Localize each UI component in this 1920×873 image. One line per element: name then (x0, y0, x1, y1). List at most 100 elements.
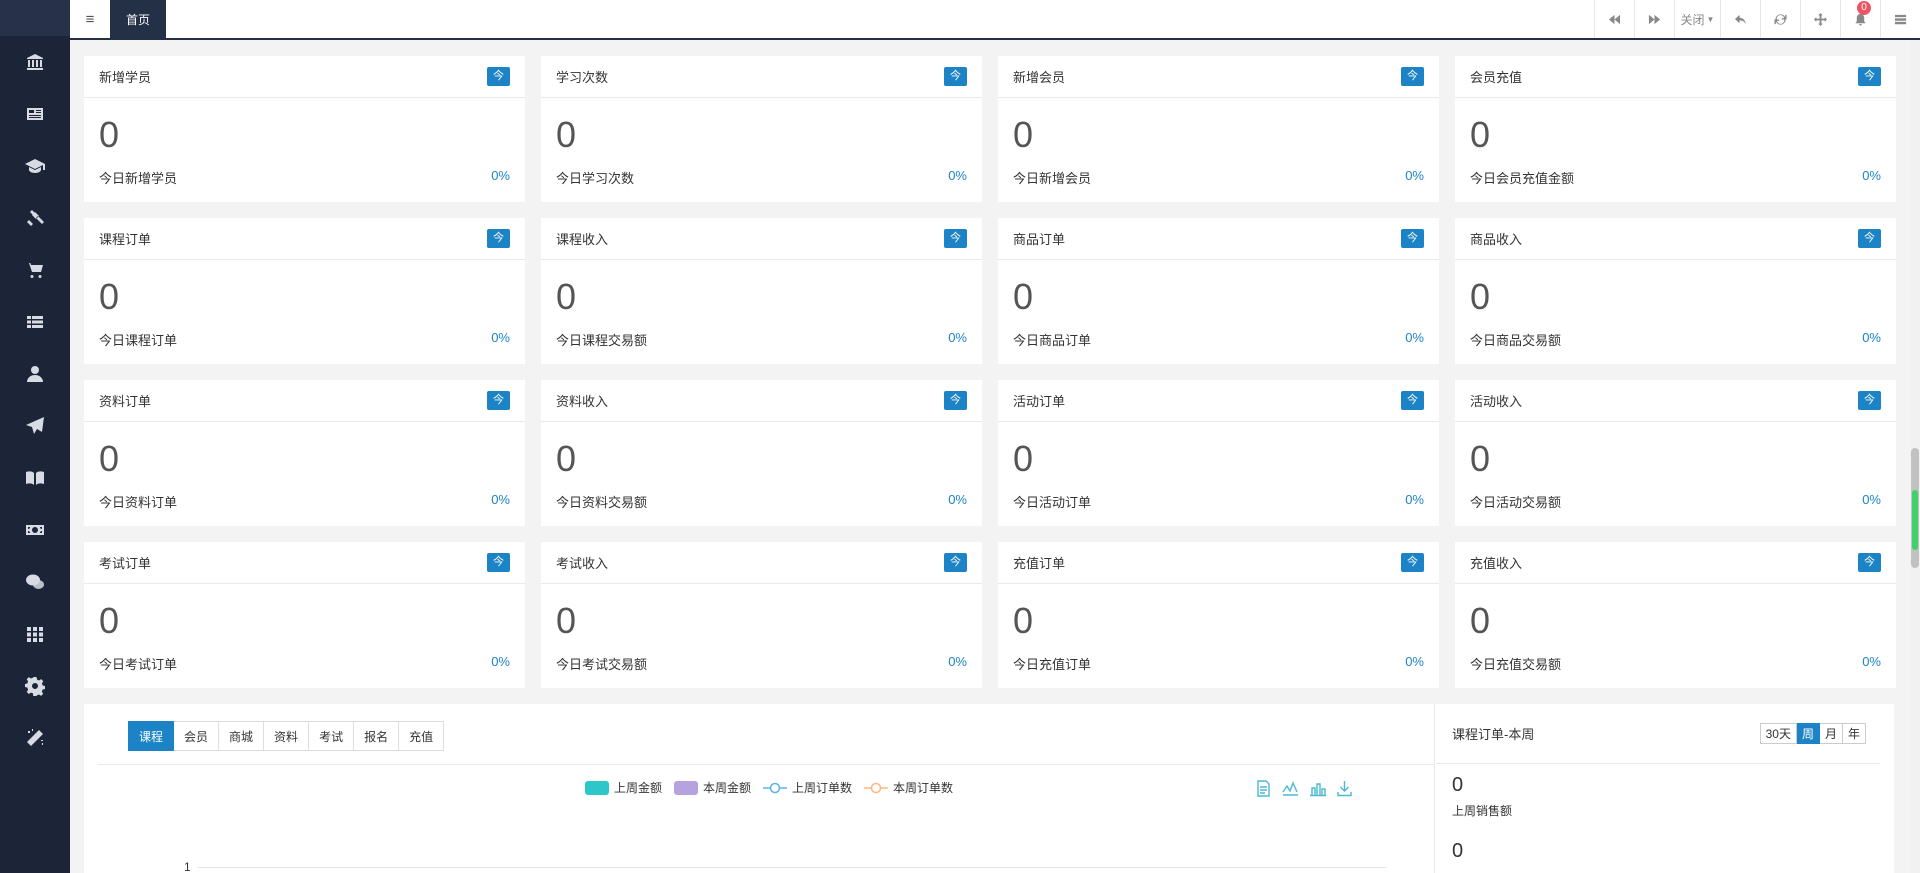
card-header: 充值收入 今 (1455, 542, 1896, 584)
period-button[interactable]: 周 (1796, 723, 1820, 744)
card-footer: 今日资料交易额 0% (556, 492, 967, 511)
chart-tab-button[interactable]: 资料 (264, 721, 310, 751)
main-content: 新增学员今 0 今日新增学员 0% 学习次数今 0 今日学习次数 0% 新增会员今 0 今日新增会员… (70, 40, 1920, 873)
card-header: 会员充值 今 (1455, 56, 1896, 98)
card-percent: 0% (1405, 492, 1424, 507)
legend-item[interactable]: 本周订单数 (864, 779, 953, 796)
scroll-left-button[interactable] (1594, 0, 1634, 38)
sidebar-item-list[interactable] (0, 296, 70, 348)
chart-panel: 课程 会员 商城 资料 考试 报名 充值 上周金额 本周金额 上周订单数 本周订单数 1 课程订单… (84, 704, 1894, 873)
legend-item[interactable]: 上周订单数 (763, 779, 852, 796)
side-panel-header: 课程订单-本周 30天周月年 (1436, 704, 1880, 764)
bank-icon (27, 54, 43, 70)
sidebar-item-grid[interactable] (0, 608, 70, 660)
sidebar-item-book[interactable] (0, 452, 70, 504)
sidebar-item-wechat[interactable] (0, 556, 70, 608)
card-percent: 0% (1862, 654, 1881, 669)
stat-card: 课程收入 今 0 今日课程交易额 0% (541, 218, 982, 364)
today-badge: 今 (944, 391, 967, 410)
chart-tab-button[interactable]: 课程 (128, 721, 175, 751)
card-header: 新增会员 今 (998, 56, 1439, 98)
card-value: 0 (99, 114, 120, 155)
hamburger-icon: ≡ (85, 10, 95, 28)
chart-tab-button[interactable]: 报名 (354, 721, 400, 751)
legend-item[interactable]: 上周金额 (585, 779, 662, 796)
card-header: 商品收入 今 (1455, 218, 1896, 260)
legend-label: 上周订单数 (792, 781, 853, 795)
back-button[interactable] (1720, 0, 1760, 38)
legend-label: 本周金额 (703, 781, 752, 795)
card-body: 0 今日考试交易额 0% (541, 584, 982, 688)
today-badge: 今 (1858, 553, 1881, 572)
card-body: 0 今日活动订单 0% (998, 422, 1439, 526)
line-chart-icon[interactable] (1282, 780, 1299, 797)
bar-chart-icon[interactable] (1309, 780, 1326, 797)
grid-icon (27, 627, 43, 642)
page-scrollbar[interactable] (1910, 40, 1920, 873)
card-value: 0 (556, 276, 577, 317)
tasks-icon (1894, 14, 1907, 24)
card-title: 商品收入 (1470, 232, 1523, 247)
sidebar-item-shop[interactable] (0, 244, 70, 296)
sidebar-item-send[interactable] (0, 400, 70, 452)
sidebar-item-user[interactable] (0, 348, 70, 400)
card-footer: 今日商品交易额 0% (1470, 330, 1881, 349)
chart-tab-button[interactable]: 充值 (399, 721, 445, 751)
chart-tab-button[interactable]: 商城 (219, 721, 265, 751)
legend-label: 上周金额 (614, 781, 663, 795)
period-button-group: 30天周月年 (1759, 723, 1866, 744)
chart-divider (98, 764, 1434, 765)
scroll-right-button[interactable] (1634, 0, 1674, 38)
card-footer: 今日充值订单 0% (1013, 654, 1424, 673)
refresh-button[interactable] (1760, 0, 1800, 38)
graduation-cap-icon (25, 159, 45, 173)
chart-tab-button[interactable]: 会员 (174, 721, 220, 751)
period-button[interactable]: 30天 (1759, 723, 1797, 744)
card-value: 0 (99, 438, 120, 479)
sidebar-item-education[interactable] (0, 140, 70, 192)
legend-swatch (585, 780, 609, 795)
card-header: 活动收入 今 (1455, 380, 1896, 422)
stat-card: 会员充值 今 0 今日会员充值金额 0% (1455, 56, 1896, 202)
card-percent: 0% (491, 168, 510, 183)
today-badge: 今 (1858, 229, 1881, 248)
card-percent: 0% (1405, 330, 1424, 345)
today-badge: 今 (487, 229, 510, 248)
sidebar-item-settings[interactable] (0, 660, 70, 712)
card-header: 课程收入 今 (541, 218, 982, 260)
data-view-icon[interactable] (1255, 780, 1272, 797)
sidebar-item-news[interactable] (0, 88, 70, 140)
top-navbar: ≡ 首页 关闭 ▼ 0 (70, 0, 1920, 40)
fullscreen-button[interactable] (1800, 0, 1840, 38)
card-subtitle: 今日考试订单 (99, 657, 178, 672)
card-footer: 今日考试交易额 0% (556, 654, 967, 673)
chart-tab-button[interactable]: 考试 (309, 721, 355, 751)
sidebar-item-bank[interactable] (0, 36, 70, 88)
card-body: 0 今日学习次数 0% (541, 98, 982, 202)
card-footer: 今日课程订单 0% (99, 330, 510, 349)
notifications-button[interactable]: 0 (1840, 0, 1880, 38)
close-tabs-dropdown[interactable]: 关闭 ▼ (1674, 0, 1720, 38)
sidebar-item-tools[interactable] (0, 712, 70, 764)
newspaper-icon (27, 108, 43, 120)
download-icon[interactable] (1336, 780, 1353, 797)
tab-home[interactable]: 首页 (110, 0, 167, 38)
period-button[interactable]: 年 (1842, 723, 1866, 744)
card-subtitle: 今日考试交易额 (556, 657, 648, 672)
card-value: 0 (99, 276, 120, 317)
sidebar-item-money[interactable] (0, 504, 70, 556)
card-percent: 0% (1862, 492, 1881, 507)
card-body: 0 今日充值交易额 0% (1455, 584, 1896, 688)
reply-icon (1734, 14, 1747, 24)
right-sidebar-toggle[interactable] (1880, 0, 1920, 38)
legend-item[interactable]: 本周金额 (674, 779, 751, 796)
scrollbar-marker (1912, 490, 1918, 550)
card-value: 0 (1013, 438, 1034, 479)
card-footer: 今日充值交易额 0% (1470, 654, 1881, 673)
sidebar-item-gavel[interactable] (0, 192, 70, 244)
card-subtitle: 今日学习次数 (556, 171, 635, 186)
stat-card: 活动收入 今 0 今日活动交易额 0% (1455, 380, 1896, 526)
period-button[interactable]: 月 (1819, 723, 1843, 744)
move-icon (1814, 12, 1827, 26)
menu-toggle-button[interactable]: ≡ (70, 0, 110, 38)
